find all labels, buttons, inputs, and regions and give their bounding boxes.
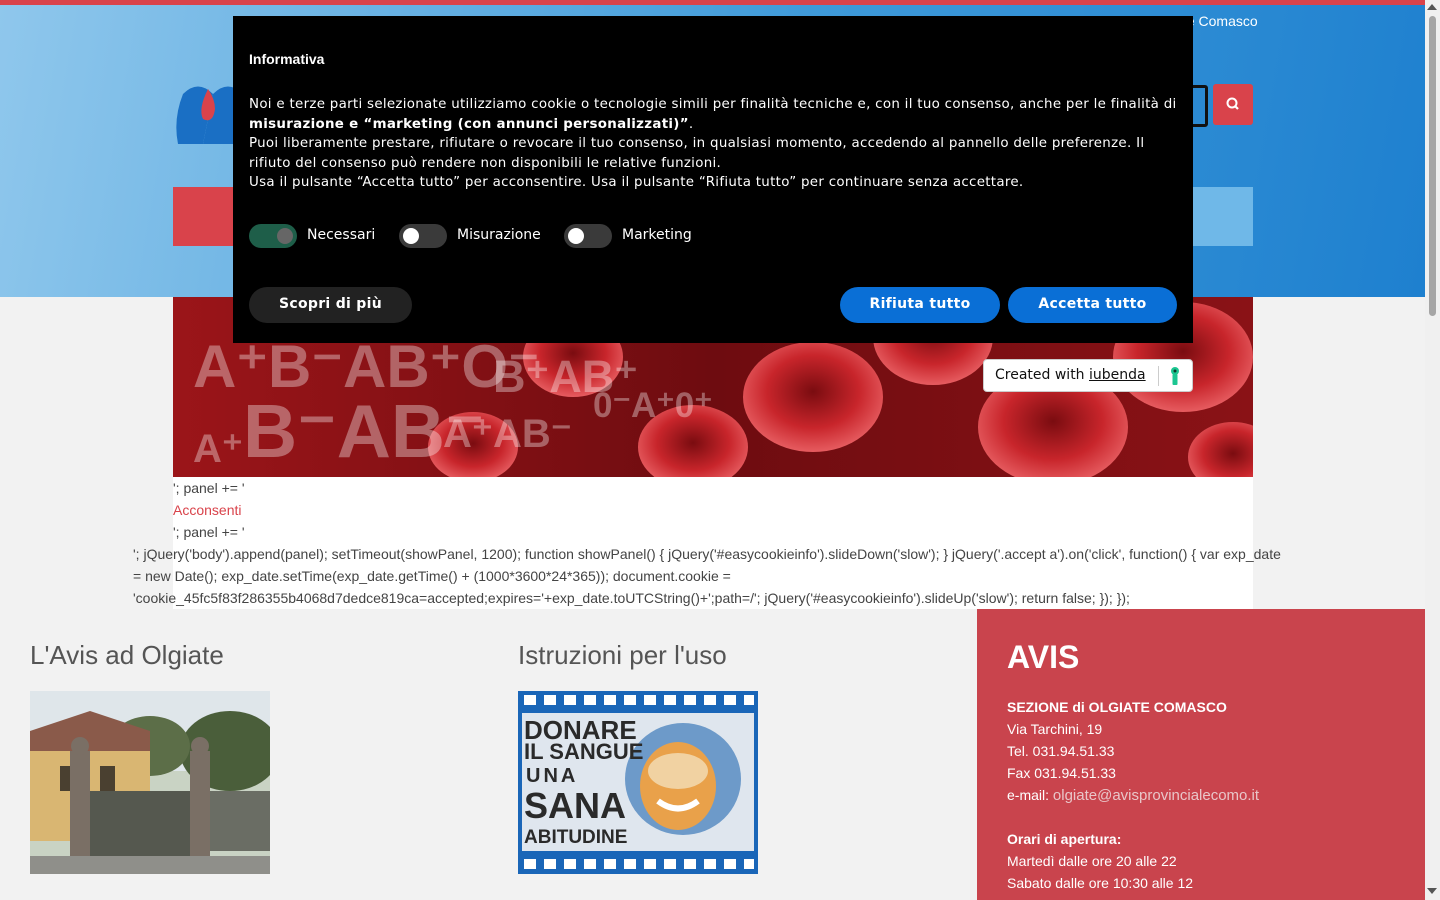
- email-label: e-mail:: [1007, 787, 1050, 803]
- email-link[interactable]: olgiate@avisprovincialecomo.it: [1053, 787, 1259, 804]
- donare-sangue-poster[interactable]: DONARE IL SANGUE UNA SANA ABITUDINE: [518, 691, 758, 874]
- cookie-title: Informativa: [249, 51, 325, 67]
- svg-text:A⁺: A⁺: [193, 427, 243, 471]
- avis-fax: Fax 031.94.51.33: [1007, 765, 1116, 781]
- hours-line: Martedì dalle ore 20 alle 22: [1007, 853, 1177, 869]
- poster-line: SANA: [524, 785, 627, 826]
- left-column-title: L'Avis ad Olgiate: [30, 640, 224, 670]
- avis-tel: Tel. 031.94.51.33: [1007, 743, 1115, 759]
- iubenda-icon: [1171, 367, 1179, 385]
- avis-contact-box: AVIS SEZIONE di OLGIATE COMASCO Via Tarc…: [977, 609, 1425, 900]
- scroll-up-arrow-icon[interactable]: [1427, 4, 1437, 10]
- search-icon: [1226, 97, 1239, 110]
- code-line: = new Date(); exp_date.setTime(exp_date.…: [133, 568, 731, 584]
- code-line: 'cookie_45fc5f83f286355b4068d7dedce819ca…: [133, 590, 1130, 606]
- cookie-text-bold: misurazione e “marketing (con annunci pe…: [249, 116, 689, 132]
- code-line: '; panel += ': [173, 524, 245, 540]
- cookie-text-consent: Puoi liberamente prestare, rifiutare o r…: [249, 136, 1145, 171]
- search-button[interactable]: [1213, 84, 1253, 125]
- poster-line: ABITUDINE: [524, 827, 628, 848]
- toggle-label-necessari: Necessari: [307, 227, 376, 243]
- iubenda-badge-text: Created with iubenda: [995, 367, 1146, 383]
- acconsenti-link[interactable]: Acconsenti: [173, 499, 241, 521]
- avis-building-photo[interactable]: [30, 691, 270, 874]
- accept-all-button[interactable]: Accetta tutto: [1008, 287, 1177, 323]
- avis-title: AVIS: [1007, 639, 1080, 675]
- middle-column-title: Istruzioni per l'uso: [518, 640, 727, 670]
- hours-title: Orari di apertura:: [1007, 831, 1122, 847]
- cookie-text: Noi e terze parti selezionate utilizziam…: [249, 97, 1177, 190]
- toggle-label-marketing: Marketing: [622, 227, 692, 243]
- toggle-label-misurazione: Misurazione: [457, 227, 541, 243]
- toggle-marketing[interactable]: [564, 224, 612, 248]
- cookie-text-buttons: Usa il pulsante “Accetta tutto” per acco…: [249, 175, 1024, 190]
- svg-text:0⁻A⁺0⁺: 0⁻A⁺0⁺: [593, 386, 713, 425]
- code-line: '; panel += ': [173, 480, 245, 496]
- toggle-misurazione[interactable]: [399, 224, 447, 248]
- code-line: '; jQuery('body').append(panel); setTime…: [133, 546, 1281, 562]
- cookie-consent-dialog: Informativa Noi e terze parti selezionat…: [233, 16, 1193, 343]
- reject-all-button[interactable]: Rifiuta tutto: [840, 287, 1000, 323]
- avis-address: Via Tarchini, 19: [1007, 721, 1103, 737]
- learn-more-button[interactable]: Scopri di più: [249, 287, 412, 323]
- cookie-text-intro: Noi e terze parti selezionate utilizziam…: [249, 97, 1177, 112]
- poster-line: IL SANGUE: [524, 739, 644, 764]
- scroll-down-arrow-icon[interactable]: [1427, 888, 1437, 894]
- hours-line: Sabato dalle ore 10:30 alle 12: [1007, 875, 1194, 891]
- svg-text:A⁺AB⁻: A⁺AB⁻: [443, 412, 572, 456]
- scroll-thumb[interactable]: [1429, 16, 1436, 316]
- toggle-necessari[interactable]: [249, 224, 297, 248]
- iubenda-link[interactable]: iubenda: [1089, 367, 1146, 383]
- iubenda-badge[interactable]: Created with iubenda: [983, 359, 1193, 392]
- avis-section: SEZIONE di OLGIATE COMASCO: [1007, 699, 1227, 715]
